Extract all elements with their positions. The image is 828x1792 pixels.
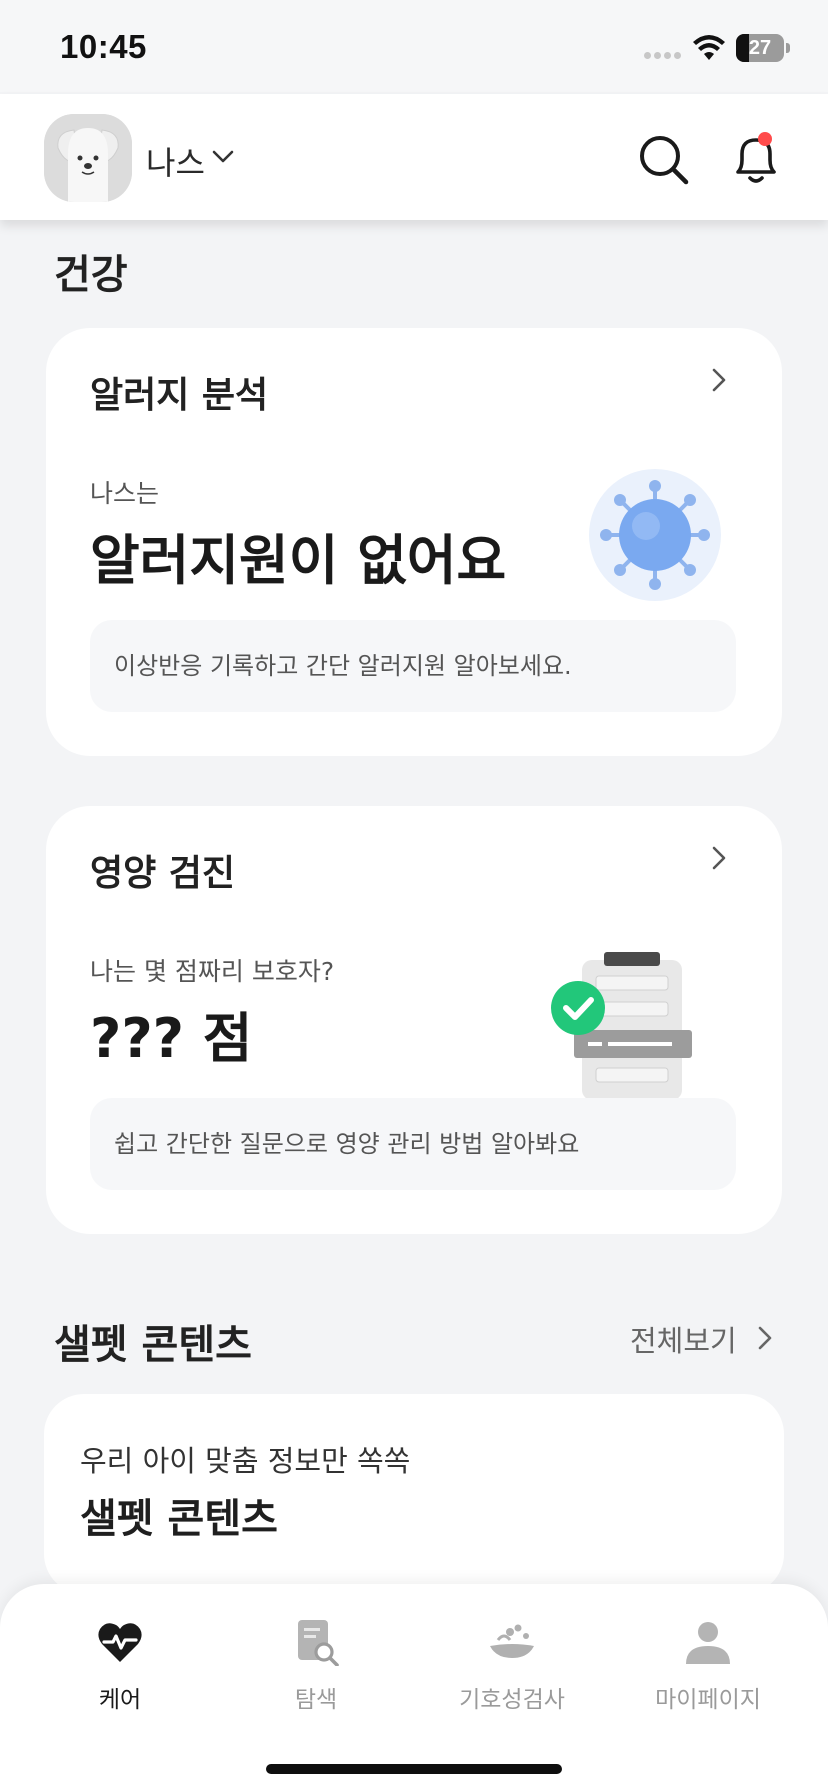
status-bar: 10:45 27 <box>0 0 828 92</box>
nutrition-card-note: 쉽고 간단한 질문으로 영양 관리 방법 알아봐요 <box>90 1098 736 1190</box>
nutrition-card-headline: ??? 점 <box>90 1007 253 1070</box>
nutrition-card-title: 영양 검진 <box>90 853 236 894</box>
virus-icon <box>589 469 721 601</box>
search-icon[interactable] <box>636 132 692 188</box>
nav-label-explore: 탐색 <box>294 1687 338 1713</box>
allergy-note-text: 이상반응 기록하고 간단 알러지원 알아보세요. <box>114 652 572 680</box>
health-section-title: 건강 <box>54 252 128 298</box>
content-card[interactable]: 우리 아이 맞춤 정보만 쏙쏙 샐펫 콘텐츠 <box>44 1394 784 1594</box>
content-card-title: 샐펫 콘텐츠 <box>80 1496 278 1542</box>
allergy-card-headline: 알러지원이 없어요 <box>90 529 507 592</box>
nutrition-card-subtitle: 나는 몇 점짜리 보호자? <box>90 957 335 986</box>
nav-item-explore[interactable]: 탐색 <box>218 1618 414 1718</box>
content-section-title: 샐펫 콘텐츠 <box>54 1322 252 1368</box>
chevron-right-icon <box>758 1326 772 1350</box>
nav-label-mypage: 마이페이지 <box>655 1687 761 1713</box>
view-all-link[interactable]: 전체보기 <box>630 1318 800 1358</box>
pet-avatar[interactable] <box>44 114 132 202</box>
home-indicator <box>266 1764 562 1774</box>
allergy-card-subtitle: 나스는 <box>90 479 160 508</box>
bottom-navigation: 케어 탐색 기호성검사 마이페이지 <box>0 1584 828 1792</box>
dog-avatar-icon <box>44 114 132 202</box>
battery-level: 27 <box>748 37 772 59</box>
heart-pulse-icon <box>98 1623 142 1662</box>
status-time: 10:45 <box>60 28 147 65</box>
person-icon <box>686 1622 730 1664</box>
chevron-right-icon[interactable] <box>704 366 732 394</box>
bell-icon <box>736 138 776 183</box>
nav-item-palatability-test[interactable]: 기호성검사 <box>414 1618 610 1718</box>
nav-label-care: 케어 <box>98 1687 142 1713</box>
nutrition-checkup-card[interactable]: 영양 검진 나는 몇 점짜리 보호자? ??? 점 쉽고 간단한 질문으로 영양… <box>46 806 782 1234</box>
allergy-analysis-card[interactable]: 알러지 분석 나스는 알러지원이 없어요 이상반응 기록하고 간단 알러지원 알… <box>46 328 782 756</box>
wifi-icon <box>693 35 725 60</box>
battery-icon: 27 <box>736 34 790 62</box>
chevron-down-icon[interactable] <box>210 144 236 170</box>
document-search-icon <box>298 1620 339 1666</box>
checklist-icon <box>551 952 692 1100</box>
allergy-card-title: 알러지 분석 <box>90 375 269 416</box>
allergy-card-note: 이상반응 기록하고 간단 알러지원 알아보세요. <box>90 620 736 712</box>
status-indicators: 27 <box>644 32 794 66</box>
notification-dot <box>758 132 772 146</box>
cellular-signal-icon <box>644 52 684 62</box>
chevron-right-icon[interactable] <box>704 844 732 872</box>
nav-item-mypage[interactable]: 마이페이지 <box>610 1618 806 1718</box>
nutrition-note-text: 쉽고 간단한 질문으로 영양 관리 방법 알아봐요 <box>114 1130 580 1158</box>
notification-bell-button[interactable] <box>726 130 786 190</box>
nav-label-palatability-test: 기호성검사 <box>459 1687 565 1713</box>
app-header: 나스 <box>0 94 828 220</box>
pet-name-selector[interactable]: 나스 <box>146 138 205 184</box>
pet-bowl-icon <box>490 1624 534 1658</box>
nav-item-care[interactable]: 케어 <box>22 1618 218 1718</box>
view-all-label: 전체보기 <box>630 1324 737 1358</box>
content-card-subtitle: 우리 아이 맞춤 정보만 쏙쏙 <box>80 1444 411 1478</box>
